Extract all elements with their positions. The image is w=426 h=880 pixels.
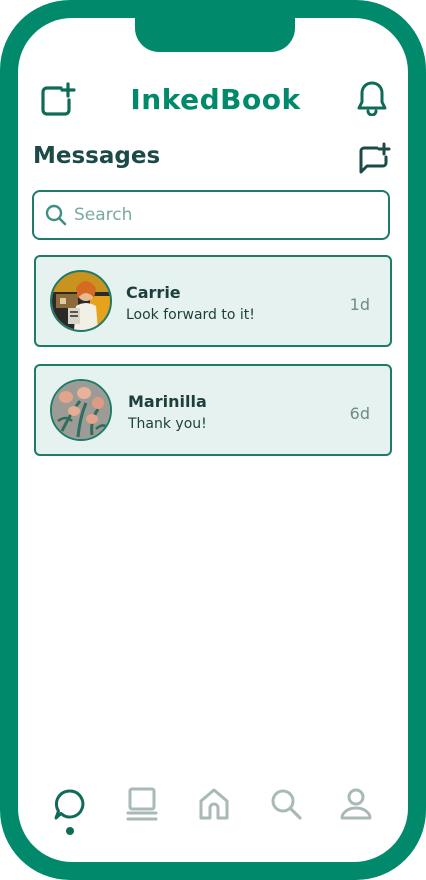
new-post-button[interactable] [38,80,78,120]
search-icon [45,204,67,226]
page-title: Messages [33,143,161,169]
home-icon [199,788,229,820]
bottom-navigation [18,784,408,844]
message-preview: Thank you! [128,416,207,432]
active-nav-indicator [66,827,74,835]
search-icon [271,789,302,820]
bell-icon [357,81,387,116]
nav-search[interactable] [266,784,306,824]
device-notch [135,18,295,52]
nav-gallery[interactable] [122,784,162,824]
search-input[interactable] [74,195,374,235]
new-message-button[interactable] [355,140,393,178]
nav-profile[interactable] [336,784,376,824]
nav-home[interactable] [194,784,234,824]
message-time: 6d [349,404,370,423]
conversation-item-marinilla[interactable]: Marinilla Thank you! 6d [34,364,392,456]
nav-chat[interactable] [50,784,90,824]
square-plus-icon [41,82,76,116]
search-bar [32,190,390,240]
notifications-button[interactable] [352,78,392,118]
contact-name: Carrie [126,283,181,302]
chat-plus-icon [359,142,391,174]
phone-frame: InkedBook Messages Search Carrie Look fo… [0,0,426,880]
chat-bubble-icon [54,789,85,820]
avatar [50,270,112,332]
app-logo: InkedBook [130,82,301,116]
app-screen: InkedBook Messages Search Carrie Look fo… [18,18,408,862]
avatar [50,379,112,441]
message-preview: Look forward to it! [126,307,255,323]
contact-name: Marinilla [128,392,207,411]
message-time: 1d [349,295,370,314]
user-icon [340,788,372,820]
book-stack-icon [126,787,158,821]
conversation-item-carrie[interactable]: Carrie Look forward to it! 1d [34,255,392,347]
